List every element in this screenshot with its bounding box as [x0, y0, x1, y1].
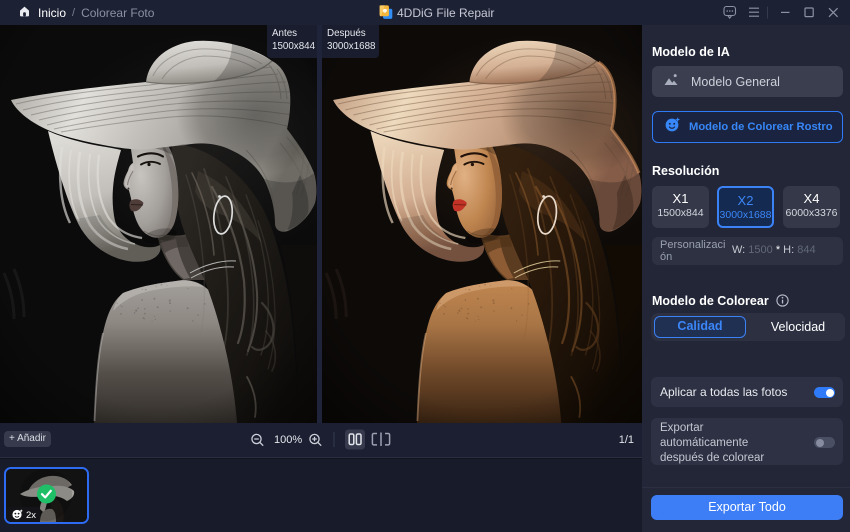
svg-text:2x: 2x	[26, 510, 36, 521]
svg-text:100%: 100%	[274, 434, 302, 446]
